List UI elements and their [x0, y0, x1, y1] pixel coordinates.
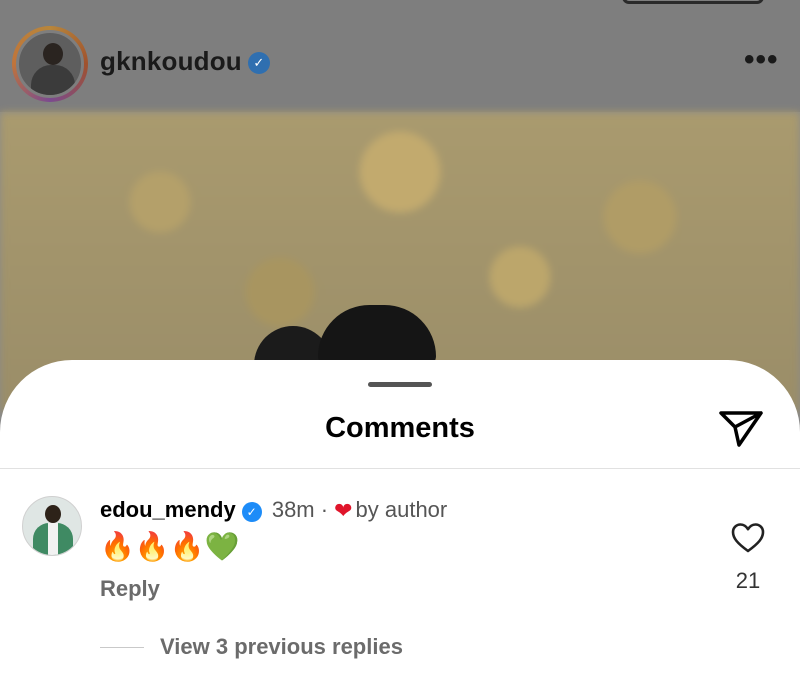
comment-meta: edou_mendy ✓ 38m · ❤ by author: [100, 496, 447, 525]
top-pill-button[interactable]: [622, 0, 764, 4]
post-header: gknkoudou ✓ •••: [0, 0, 800, 112]
commenter-avatar[interactable]: [22, 496, 82, 556]
more-options-icon[interactable]: •••: [744, 45, 779, 75]
replies-divider-line: [100, 647, 144, 648]
comment-time: 38m: [271, 497, 315, 522]
avatar-image: [16, 30, 84, 98]
post-author-avatar[interactable]: [12, 26, 88, 102]
comment-item: edou_mendy ✓ 38m · ❤ by author 🔥🔥🔥💚 Reply 2…: [0, 490, 800, 676]
avatar-scarf: [48, 523, 58, 555]
post-username-text: gknkoudou: [100, 46, 242, 76]
commenter-username[interactable]: edou_mendy: [100, 497, 236, 522]
header-divider: [0, 468, 800, 469]
paper-plane-icon[interactable]: [718, 408, 764, 448]
comments-title: Comments: [325, 412, 475, 444]
post-username[interactable]: gknkoudou ✓: [100, 46, 270, 77]
comment-text: 🔥🔥🔥💚: [100, 531, 240, 562]
heart-outline-icon[interactable]: [731, 522, 765, 554]
sheet-drag-handle[interactable]: [368, 382, 432, 387]
like-count: 21: [735, 568, 761, 593]
verified-badge-icon: ✓: [247, 52, 270, 75]
author-heart-icon: ❤: [334, 498, 353, 523]
avatar-head: [45, 505, 61, 523]
avatar-torso: [31, 65, 75, 95]
comments-sheet: Comments edou_mendy ✓ 38m · ❤ by author 🔥🔥🔥…: [0, 360, 800, 676]
verified-badge-icon: ✓: [241, 502, 262, 522]
avatar-head: [43, 43, 63, 65]
meta-separator: ·: [320, 497, 329, 522]
liked-by-author-label: by author: [355, 497, 448, 522]
reply-button[interactable]: Reply: [100, 576, 160, 602]
view-previous-replies-button[interactable]: View 3 previous replies: [160, 634, 403, 660]
